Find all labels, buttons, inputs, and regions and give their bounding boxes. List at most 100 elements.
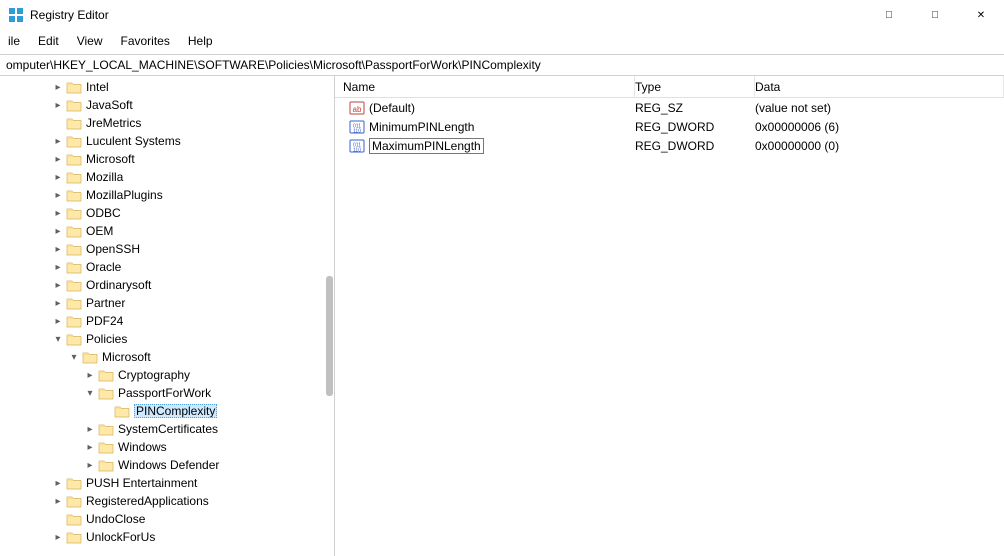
tree-item[interactable]: ▸Microsoft bbox=[4, 150, 334, 168]
value-type: REG_SZ bbox=[635, 101, 755, 115]
tree-item[interactable]: ▸Windows bbox=[4, 438, 334, 456]
tree-item[interactable]: ▸MozillaPlugins bbox=[4, 186, 334, 204]
column-header-type[interactable]: Type bbox=[635, 76, 755, 97]
tree-item-label: OEM bbox=[86, 224, 113, 238]
folder-icon bbox=[98, 368, 114, 382]
tree-item-label: SystemCertificates bbox=[118, 422, 218, 436]
chevron-right-icon[interactable]: ▸ bbox=[52, 226, 64, 237]
tree-item[interactable]: ▸ PUSH Entertainment bbox=[4, 474, 334, 492]
folder-icon bbox=[66, 116, 82, 130]
chevron-right-icon[interactable]: ▸ bbox=[52, 154, 64, 165]
tree-item[interactable]: UndoClose bbox=[4, 510, 334, 528]
tree-item[interactable]: ▸ Partner bbox=[4, 294, 334, 312]
chevron-right-icon[interactable]: ▸ bbox=[84, 460, 96, 471]
tree-item[interactable]: ▸ Ordinarysoft bbox=[4, 276, 334, 294]
tree-item-label: UndoClose bbox=[86, 512, 145, 526]
tree-item-label: OpenSSH bbox=[86, 242, 140, 256]
list-pane[interactable]: Name Type Data (Default)REG_SZ(value not… bbox=[335, 76, 1004, 556]
folder-icon bbox=[66, 170, 82, 184]
tree-item-label: Partner bbox=[86, 296, 125, 310]
chevron-right-icon[interactable]: ▸ bbox=[84, 370, 96, 381]
tree-item[interactable]: ▸ RegisteredApplications bbox=[4, 492, 334, 510]
menu-help[interactable]: Help bbox=[180, 32, 221, 50]
folder-icon bbox=[66, 188, 82, 202]
chevron-right-icon[interactable]: ▸ bbox=[52, 82, 64, 93]
menu-favorites[interactable]: Favorites bbox=[113, 32, 178, 50]
column-header-name[interactable]: Name bbox=[335, 76, 635, 97]
tree-item[interactable]: ▸PDF24 bbox=[4, 312, 334, 330]
tree-item[interactable]: ▸ODBC bbox=[4, 204, 334, 222]
tree-item-label: UnlockForUs bbox=[86, 530, 155, 544]
tree-item[interactable]: ▸ Cryptography bbox=[4, 366, 334, 384]
folder-icon bbox=[66, 494, 82, 508]
folder-icon bbox=[98, 422, 114, 436]
chevron-right-icon[interactable]: ▸ bbox=[52, 100, 64, 111]
tree-item[interactable]: ▸JavaSoft bbox=[4, 96, 334, 114]
tree-item[interactable]: ▸ OpenSSH bbox=[4, 240, 334, 258]
tree-pane[interactable]: ▸ Intel ▸JavaSoftJreMetrics ▸ Luculent Syste… bbox=[0, 76, 335, 556]
list-header: Name Type Data bbox=[335, 76, 1004, 98]
folder-icon bbox=[98, 458, 114, 472]
chevron-down-icon[interactable]: ▾ bbox=[68, 352, 80, 363]
column-header-data[interactable]: Data bbox=[755, 76, 1004, 97]
tree-item[interactable]: ▸Windows Defender bbox=[4, 456, 334, 474]
tree-item[interactable]: ▸ Intel bbox=[4, 78, 334, 96]
chevron-right-icon[interactable]: ▸ bbox=[84, 442, 96, 453]
tree-item[interactable]: ▸ UnlockForUs bbox=[4, 528, 334, 546]
chevron-right-icon[interactable]: ▸ bbox=[52, 262, 64, 273]
chevron-right-icon[interactable]: ▸ bbox=[52, 136, 64, 147]
value-name[interactable]: MaximumPINLength bbox=[369, 138, 484, 154]
minimize-button[interactable]:  bbox=[866, 0, 912, 30]
chevron-right-icon[interactable]: ▸ bbox=[52, 244, 64, 255]
chevron-right-icon[interactable]: ▸ bbox=[84, 424, 96, 435]
menubar: ile Edit View Favorites Help bbox=[0, 30, 1004, 55]
list-row[interactable]: MaximumPINLengthREG_DWORD0x00000000 (0) bbox=[335, 136, 1004, 155]
tree-item[interactable]: ▸ OEM bbox=[4, 222, 334, 240]
chevron-right-icon[interactable]: ▸ bbox=[52, 478, 64, 489]
titlebar: Registry Editor   ✕ bbox=[0, 0, 1004, 30]
tree-item-label: Intel bbox=[86, 80, 109, 94]
chevron-right-icon[interactable]: ▸ bbox=[52, 496, 64, 507]
tree-item[interactable]: PINComplexity bbox=[4, 402, 334, 420]
close-button[interactable]: ✕ bbox=[958, 0, 1004, 30]
folder-icon bbox=[66, 134, 82, 148]
chevron-down-icon[interactable]: ▾ bbox=[52, 334, 64, 345]
folder-icon bbox=[66, 476, 82, 490]
maximize-button[interactable]:  bbox=[912, 0, 958, 30]
tree-item-label: Mozilla bbox=[86, 170, 123, 184]
chevron-right-icon[interactable]: ▸ bbox=[52, 172, 64, 183]
tree-item-label: Luculent Systems bbox=[86, 134, 181, 148]
chevron-right-icon[interactable]: ▸ bbox=[52, 190, 64, 201]
tree-item[interactable]: ▸ Mozilla bbox=[4, 168, 334, 186]
chevron-down-icon[interactable]: ▾ bbox=[84, 388, 96, 399]
menu-file[interactable]: ile bbox=[0, 32, 28, 50]
tree-item[interactable]: ▸ Luculent Systems bbox=[4, 132, 334, 150]
address-bar[interactable]: omputer\HKEY_LOCAL_MACHINE\SOFTWARE\Poli… bbox=[0, 55, 1004, 76]
tree-item-label: Ordinarysoft bbox=[86, 278, 151, 292]
list-row[interactable]: (Default)REG_SZ(value not set) bbox=[335, 98, 1004, 117]
tree-item-label: Policies bbox=[86, 332, 127, 346]
folder-icon bbox=[66, 332, 82, 346]
folder-icon bbox=[98, 386, 114, 400]
chevron-right-icon[interactable]: ▸ bbox=[52, 532, 64, 543]
tree-item[interactable]: ▾ Policies bbox=[4, 330, 334, 348]
tree-item-label: RegisteredApplications bbox=[86, 494, 209, 508]
chevron-right-icon[interactable]: ▸ bbox=[52, 208, 64, 219]
chevron-right-icon[interactable]: ▸ bbox=[52, 316, 64, 327]
folder-icon bbox=[66, 530, 82, 544]
tree-item-label: Cryptography bbox=[118, 368, 190, 382]
chevron-right-icon[interactable]: ▸ bbox=[52, 280, 64, 291]
tree-item[interactable]: ▾PassportForWork bbox=[4, 384, 334, 402]
binary-value-icon bbox=[349, 138, 365, 154]
tree-item-label: PUSH Entertainment bbox=[86, 476, 197, 490]
tree-item[interactable]: ▸ SystemCertificates bbox=[4, 420, 334, 438]
tree-item[interactable]: ▾Microsoft bbox=[4, 348, 334, 366]
menu-edit[interactable]: Edit bbox=[30, 32, 67, 50]
chevron-right-icon[interactable]: ▸ bbox=[52, 298, 64, 309]
list-row[interactable]: MinimumPINLengthREG_DWORD0x00000006 (6) bbox=[335, 117, 1004, 136]
tree-item[interactable]: JreMetrics bbox=[4, 114, 334, 132]
folder-icon bbox=[66, 296, 82, 310]
scrollbar-thumb[interactable] bbox=[326, 276, 333, 396]
tree-item[interactable]: ▸Oracle bbox=[4, 258, 334, 276]
menu-view[interactable]: View bbox=[69, 32, 111, 50]
